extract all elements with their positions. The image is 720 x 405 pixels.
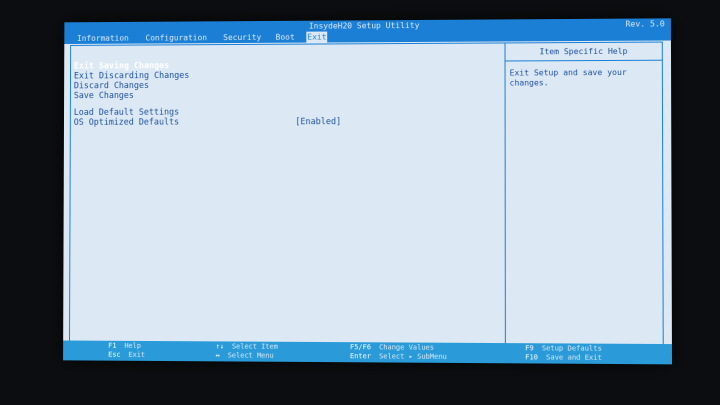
action-setup-defaults: Setup Defaults: [541, 344, 602, 353]
help-text: Exit Setup and save your changes.: [509, 67, 627, 88]
key-up-down: ↑↓: [215, 342, 224, 351]
help-heading: Item Specific Help: [505, 42, 662, 62]
legend-setup-defaults: F9 Setup Defaults: [525, 344, 602, 354]
exit-discarding-changes-option[interactable]: Exit Discarding Changes: [74, 71, 189, 81]
tab-information[interactable]: Information: [76, 33, 130, 44]
action-submenu: Select ▸ SubMenu: [379, 352, 447, 361]
exit-saving-changes-option[interactable]: Exit Saving Changes: [74, 61, 169, 71]
tab-security[interactable]: Security: [222, 32, 262, 43]
panel-divider: [504, 43, 506, 351]
action-select-menu: Select Menu: [227, 351, 274, 360]
os-optimized-defaults-value[interactable]: [Enabled]: [295, 117, 341, 127]
action-select-item: Select Item: [231, 342, 278, 351]
legend-exit: Esc Exit: [108, 351, 145, 360]
action-help: Help: [124, 341, 141, 350]
save-changes-option[interactable]: Save Changes: [74, 91, 134, 101]
key-f1: F1: [108, 341, 117, 350]
bios-screen: InsydeH20 Setup Utility Rev. 5.0 Informa…: [63, 18, 672, 365]
action-change-values: Change Values: [379, 343, 435, 352]
key-f10: F10: [525, 353, 538, 362]
discard-changes-option[interactable]: Discard Changes: [74, 81, 149, 91]
revision-label: Rev. 5.0: [625, 19, 665, 29]
key-legend: F1 Help Esc Exit ↑↓ Select Item ↔ Select Men…: [63, 340, 672, 365]
legend-select-menu: ↔ Select Menu: [216, 351, 274, 360]
key-left-right: ↔: [215, 351, 220, 360]
action-exit: Exit: [128, 350, 146, 359]
main-panel: Exit Saving Changes Exit Discarding Chan…: [68, 41, 664, 353]
load-default-settings-option[interactable]: Load Default Settings: [74, 108, 179, 118]
tab-exit[interactable]: Exit: [306, 31, 328, 43]
legend-save-exit: F10 Save and Exit: [525, 353, 602, 363]
key-esc: Esc: [108, 350, 121, 359]
action-save-exit: Save and Exit: [546, 353, 602, 362]
tab-configuration[interactable]: Configuration: [144, 32, 208, 43]
tab-boot[interactable]: Boot: [275, 32, 296, 43]
legend-help: F1 Help: [108, 342, 141, 351]
legend-submenu: Enter Select ▸ SubMenu: [350, 352, 447, 362]
os-optimized-defaults-option[interactable]: OS Optimized Defaults: [74, 118, 179, 128]
key-enter: Enter: [349, 352, 372, 361]
legend-select-item: ↑↓ Select Item: [216, 342, 278, 351]
key-f9: F9: [525, 344, 534, 353]
key-f5-f6: F5/F6: [349, 343, 372, 352]
